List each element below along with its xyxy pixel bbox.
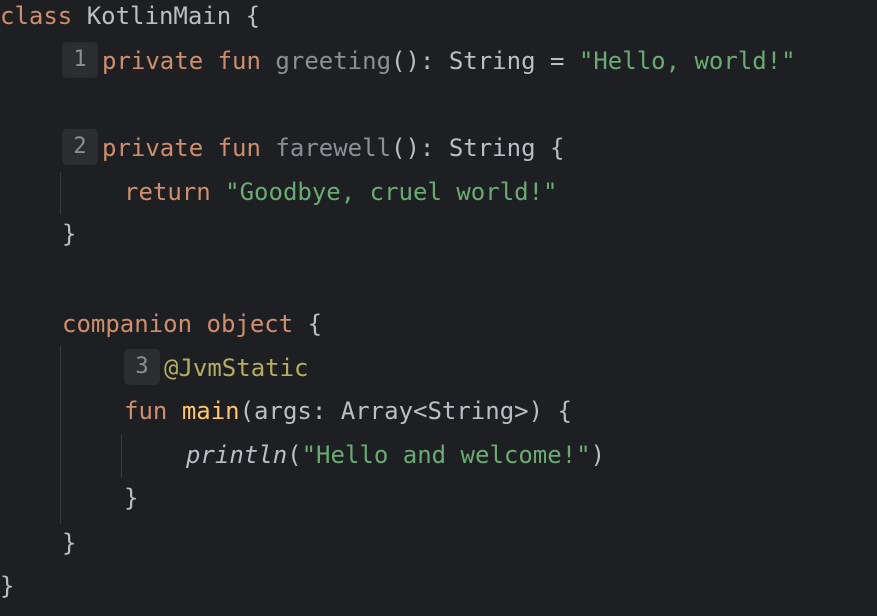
parens: (): [391,134,435,162]
code-line[interactable]: } [62,523,76,563]
code-editor[interactable]: class KotlinMain { 1 private fun greeting… [0,0,877,616]
string-literal: "Hello, world!" [578,47,796,75]
open-brace: { [307,310,323,338]
code-line[interactable]: 1 private fun greeting(): String = "Hello… [62,41,796,81]
code-vision-badge[interactable]: 3 [124,349,160,385]
return-type: String [448,47,536,75]
indent-guide [60,172,61,214]
indent-guide [121,435,122,478]
class-name: KotlinMain [86,2,232,30]
parens: (): [391,47,435,75]
code-line[interactable]: println("Hello and welcome!") [186,435,605,475]
function-name: farewell [275,134,392,162]
parameter-type: Array<String>) [340,397,544,425]
keyword-fun: fun [124,397,168,425]
code-line[interactable]: class KotlinMain { [0,0,260,36]
return-type: String [448,134,536,162]
keyword-companion: companion [62,310,193,338]
code-line[interactable]: return "Goodbye, cruel world!" [124,172,558,212]
open-brace: { [557,397,572,425]
indent-guide [60,346,61,524]
equals-sign: = [549,47,565,75]
function-name: main [181,397,240,425]
string-literal: "Hello and welcome!" [301,441,591,469]
close-brace: } [62,220,77,248]
keyword-private: private [102,134,204,162]
close-brace: } [62,529,77,557]
code-line[interactable]: fun main(args: Array<String>) { [124,391,572,431]
open-brace: { [549,134,565,162]
code-line[interactable]: companion object { [62,304,322,344]
keyword-fun: fun [217,134,261,162]
code-line[interactable]: 3 @JvmStatic [124,348,309,388]
close-paren: ) [590,441,606,469]
function-call: println [186,441,288,469]
keyword-object: object [206,310,294,338]
keyword-return: return [124,178,211,206]
code-vision-badge[interactable]: 1 [62,42,98,78]
keyword-fun: fun [217,47,261,75]
annotation: @JvmStatic [164,354,309,382]
code-vision-badge[interactable]: 2 [62,129,98,165]
open-brace: { [245,2,261,30]
keyword-private: private [102,47,204,75]
string-literal: "Goodbye, cruel world!" [225,178,558,206]
code-line[interactable]: } [0,566,14,606]
code-line[interactable]: 2 private fun farewell(): String { [62,128,564,168]
code-line[interactable]: } [124,478,138,518]
open-paren: ( [287,441,302,469]
close-brace: } [124,484,139,512]
function-name: greeting [275,47,392,75]
keyword-class: class [0,2,73,30]
close-brace: } [0,572,15,600]
parameter-list: (args: [239,397,327,425]
code-line[interactable]: } [62,214,76,254]
